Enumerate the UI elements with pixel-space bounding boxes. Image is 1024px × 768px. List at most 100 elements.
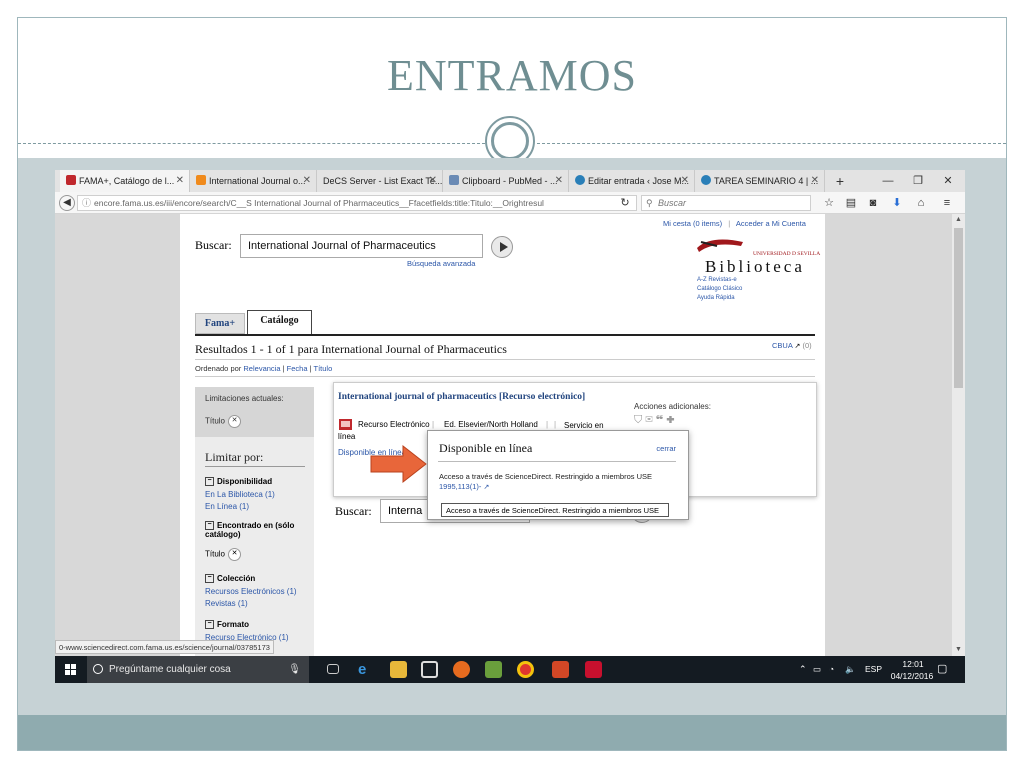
back-arrow-icon[interactable]: ◀	[59, 195, 75, 211]
battery-icon[interactable]: ▭	[813, 656, 821, 683]
search-go-button[interactable]	[491, 236, 513, 258]
mail-icon[interactable]: ✉	[645, 414, 656, 426]
chrome-icon[interactable]	[517, 661, 534, 678]
close-tab-icon[interactable]: ✕	[681, 170, 689, 192]
web-page: Mi cesta (0 items) | Acceder a Mi Cuenta…	[55, 214, 952, 656]
title-divider-right	[537, 143, 1006, 144]
restore-button[interactable]: ❐	[903, 170, 933, 192]
advanced-search-link[interactable]: Búsqueda avanzada	[407, 259, 475, 268]
facet-en-la-biblioteca[interactable]: En La Biblioteca (1)	[205, 490, 275, 499]
windows-start-icon[interactable]	[65, 664, 77, 676]
popup-coverage-link[interactable]: 1995,113(1)- ↗	[439, 482, 489, 491]
facet-revistas[interactable]: Revistas (1)	[205, 599, 248, 608]
tab-label: Editar entrada ‹ Jose M...	[588, 176, 690, 186]
volume-icon[interactable]: 🔈	[845, 656, 856, 683]
az-revistas-link[interactable]: A-Z Revistas-e	[697, 277, 737, 283]
divider	[195, 376, 815, 377]
clock-date[interactable]: 04/12/2016	[887, 663, 937, 683]
sort-relevancia-link[interactable]: Relevancia	[243, 364, 280, 373]
task-view-icon[interactable]	[327, 664, 339, 674]
cite-icon[interactable]: ❝	[656, 414, 666, 426]
microphone-icon[interactable]: 🎙	[288, 656, 301, 683]
tab-label: International Journal o...	[209, 176, 306, 186]
buscar-bottom-label: Buscar:	[335, 504, 372, 518]
remove-filter-icon[interactable]: ✕	[228, 415, 242, 428]
minimize-button[interactable]: —	[873, 170, 903, 192]
collapse-icon: −	[205, 574, 214, 584]
sort-options: Ordenado por Relevancia | Fecha | Título	[195, 364, 332, 373]
facet-recursos-electronicos[interactable]: Recursos Electrónicos (1)	[205, 587, 297, 596]
close-tab-icon[interactable]: ✕	[429, 170, 437, 192]
scroll-up-icon[interactable]: ▲	[952, 214, 965, 226]
language-indicator[interactable]: ESP	[865, 656, 882, 683]
mendeley-icon[interactable]	[585, 661, 602, 678]
tab-label: TAREA SEMINARIO 4 | ...	[714, 176, 819, 186]
cortana-search-input[interactable]: Pregúntame cualquier cosa 🎙	[87, 656, 309, 683]
sort-titulo-link[interactable]: Título	[314, 364, 333, 373]
action-center-icon[interactable]: ▢	[937, 656, 947, 683]
tab-fama[interactable]: Fama+	[195, 313, 245, 334]
close-tab-icon[interactable]: ✕	[811, 170, 819, 192]
powerpoint-icon[interactable]	[552, 661, 569, 678]
facet-encontrado-toggle[interactable]: − Encontrado en (sólo catálogo)	[205, 521, 310, 539]
app-icon[interactable]	[485, 661, 502, 678]
pointer-arrow-icon	[370, 444, 427, 484]
scroll-thumb[interactable]	[954, 228, 963, 388]
basket-icon[interactable]: ⛉	[634, 414, 645, 426]
reload-icon[interactable]: ↻	[617, 195, 633, 211]
new-tab-button[interactable]: +	[825, 170, 855, 192]
tab-pubmed[interactable]: Clipboard - PubMed - ... ✕	[443, 170, 569, 192]
close-window-button[interactable]: ✕	[933, 170, 963, 192]
login-link[interactable]: Acceder a Mi Cuenta	[736, 219, 806, 228]
scroll-down-icon[interactable]: ▼	[952, 644, 965, 656]
edge-icon[interactable]: e	[358, 661, 375, 678]
tray-up-arrow-icon[interactable]: ⌃	[799, 656, 807, 683]
popup-close-link[interactable]: cerrar	[656, 444, 676, 453]
tab-international-journal[interactable]: International Journal o... ✕	[190, 170, 317, 192]
store-icon[interactable]	[421, 661, 438, 678]
action-icons: ⛉✉❝✚	[634, 414, 678, 427]
wifi-icon[interactable]: ◔	[829, 656, 834, 683]
facet-disponibilidad-toggle[interactable]: − Disponibilidad	[205, 477, 272, 487]
page-margin-right	[825, 214, 952, 656]
file-explorer-icon[interactable]	[390, 661, 407, 678]
separator: |	[282, 364, 285, 373]
close-tab-icon[interactable]: ✕	[176, 170, 184, 192]
tab-underline	[195, 334, 815, 336]
tab-catalogo[interactable]: Catálogo	[247, 310, 312, 335]
url-input[interactable]: ⓘ encore.fama.us.es/iii/encore/search/C_…	[77, 195, 637, 211]
tab-decs[interactable]: DeCS Server - List Exact Te... ✕	[317, 170, 443, 192]
cbua-link[interactable]: CBUA ↗ (0)	[772, 341, 812, 350]
close-tab-icon[interactable]: ✕	[555, 170, 563, 192]
result-title-link[interactable]: International journal of pharmaceutics […	[338, 391, 588, 403]
bookmark-star-icon[interactable]: ☆	[821, 195, 837, 211]
home-icon[interactable]: ⌂	[913, 195, 929, 211]
add-icon[interactable]: ✚	[666, 414, 677, 426]
wordpress-favicon-icon	[701, 175, 711, 185]
cart-link[interactable]: Mi cesta (0 items)	[663, 219, 722, 228]
catalogo-clasico-link[interactable]: Catálogo Clásico	[697, 286, 742, 292]
external-link-icon: ↗	[483, 484, 490, 491]
facet-en-linea[interactable]: En Línea (1)	[205, 502, 249, 511]
remove-filter-icon[interactable]: ✕	[228, 548, 242, 561]
firefox-icon[interactable]	[453, 661, 470, 678]
facet-title: Colección	[217, 574, 256, 583]
tab-editar[interactable]: Editar entrada ‹ Jose M... ✕	[569, 170, 695, 192]
windows-taskbar: Pregúntame cualquier cosa 🎙 e ⌃ ▭ ◔ 🔈 ES…	[55, 656, 965, 683]
sort-fecha-link[interactable]: Fecha	[287, 364, 308, 373]
facet-coleccion-toggle[interactable]: − Colección	[205, 574, 256, 584]
menu-hamburger-icon[interactable]: ≡	[939, 195, 955, 211]
page-scrollbar[interactable]: ▲ ▼	[952, 214, 965, 656]
facet-formato-toggle[interactable]: − Formato	[205, 620, 249, 630]
facet-title: Formato	[217, 620, 249, 629]
download-arrow-icon[interactable]: ⬇	[889, 195, 905, 211]
wordpress-favicon-icon	[575, 175, 585, 185]
reading-list-icon[interactable]: ▤	[843, 195, 859, 211]
tab-fama[interactable]: FAMA+, Catálogo de l... ✕	[60, 170, 190, 192]
browser-search-input[interactable]: ⚲ Buscar	[641, 195, 811, 211]
ayuda-rapida-link[interactable]: Ayuda Rápida	[697, 295, 735, 301]
catalog-search-input[interactable]: International Journal of Pharmaceutics	[240, 234, 483, 258]
close-tab-icon[interactable]: ✕	[303, 170, 311, 192]
tab-tarea[interactable]: TAREA SEMINARIO 4 | ... ✕	[695, 170, 825, 192]
pocket-icon[interactable]: ◙	[865, 195, 881, 211]
